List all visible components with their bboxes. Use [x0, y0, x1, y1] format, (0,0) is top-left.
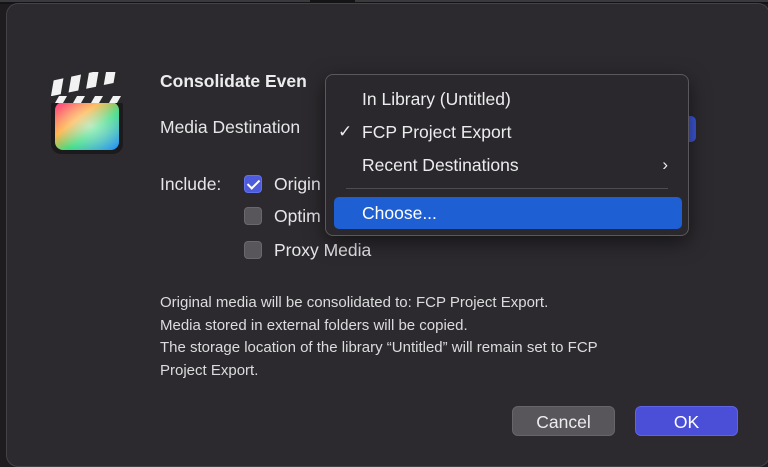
- proxy-media-label: Proxy Media: [274, 240, 372, 260]
- menu-item-label: FCP Project Export: [362, 122, 512, 142]
- info-line: Project Export.: [160, 361, 259, 379]
- cancel-button[interactable]: Cancel: [512, 406, 615, 436]
- ok-button[interactable]: OK: [635, 406, 738, 436]
- top-edge-segment: [355, 0, 768, 2]
- destination-dropdown-menu: In Library (Untitled) ✓ FCP Project Expo…: [325, 74, 689, 236]
- menu-item-label: Choose...: [362, 203, 437, 223]
- optimized-media-label: Optim: [274, 206, 321, 226]
- menu-item-choose[interactable]: Choose...: [334, 197, 682, 229]
- chevron-right-icon: ›: [662, 155, 668, 174]
- dialog-title: Consolidate Even: [160, 71, 307, 91]
- final-cut-pro-icon: [48, 72, 123, 154]
- include-label: Include:: [160, 174, 222, 194]
- optimized-media-checkbox[interactable]: [244, 207, 262, 225]
- menu-item-fcp-project-export[interactable]: ✓ FCP Project Export: [334, 116, 682, 148]
- proxy-media-checkbox[interactable]: [244, 241, 262, 259]
- top-edge-segment: [0, 0, 310, 2]
- info-line: Media stored in external folders will be…: [160, 316, 468, 334]
- menu-item-recent-destinations[interactable]: Recent Destinations ›: [334, 149, 682, 181]
- original-media-label: Origin: [274, 174, 321, 194]
- menu-item-label: Recent Destinations: [362, 155, 519, 175]
- original-media-checkbox[interactable]: [244, 175, 262, 193]
- menu-item-label: In Library (Untitled): [362, 89, 511, 109]
- info-line: The storage location of the library “Unt…: [160, 339, 598, 356]
- media-destination-label: Media Destination: [160, 117, 301, 137]
- menu-item-in-library[interactable]: In Library (Untitled): [334, 83, 682, 115]
- info-line: Original media will be consolidated to: …: [160, 294, 549, 311]
- info-text: Original media will be consolidated to: …: [160, 292, 720, 382]
- checkmark-icon: ✓: [338, 122, 353, 141]
- menu-separator: [346, 188, 668, 189]
